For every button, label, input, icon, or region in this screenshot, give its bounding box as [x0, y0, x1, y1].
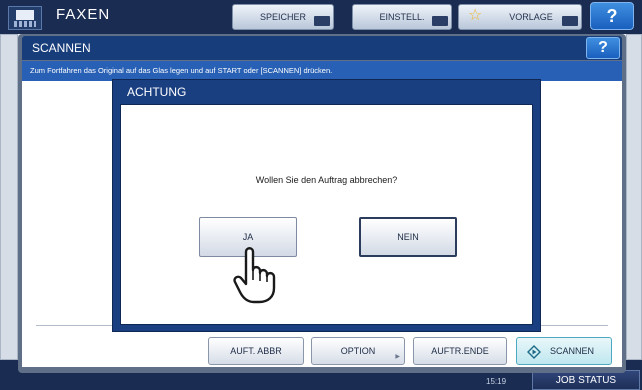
hand-pointer-icon — [233, 247, 276, 304]
background-panel-edge — [0, 34, 18, 360]
job-end-button[interactable]: AUFTR.ENDE — [413, 337, 507, 365]
instruction-text: Zum Fortfahren das Original auf das Glas… — [30, 66, 333, 75]
tab-speicher[interactable]: SPEICHER — [232, 4, 334, 30]
yes-label: JA — [242, 232, 254, 242]
dialog-body: Wollen Sie den Auftrag abbrechen? JA NEI… — [120, 104, 533, 325]
instruction-bar: Zum Fortfahren das Original auf das Glas… — [22, 61, 622, 81]
dialog-title: ACHTUNG — [127, 85, 187, 99]
dialog-message: Wollen Sie den Auftrag abbrechen? — [255, 175, 398, 185]
job-end-label: AUFTR.ENDE — [431, 346, 489, 356]
background-panel-edge — [626, 34, 642, 360]
tab-einstell[interactable]: EINSTELL. — [352, 4, 452, 30]
fax-icon — [8, 6, 42, 30]
dropdown-arrow-icon — [314, 16, 330, 26]
start-icon — [527, 345, 541, 359]
tab-vorlage-label: VORLAGE — [509, 12, 553, 22]
help-button[interactable]: ? — [586, 37, 620, 59]
confirm-dialog: ACHTUNG Wollen Sie den Auftrag abbrechen… — [112, 79, 541, 332]
job-status-button[interactable]: JOB STATUS — [532, 370, 640, 390]
no-button[interactable]: NEIN — [359, 217, 457, 257]
clock: 15:19 — [486, 377, 507, 386]
option-button[interactable]: OPTION ▶ — [311, 337, 405, 365]
option-label: OPTION — [340, 346, 376, 356]
abort-job-label: AUFT. ABBR — [230, 346, 282, 356]
app-title: FAXEN — [56, 6, 111, 23]
tab-einstell-label: EINSTELL. — [379, 12, 425, 22]
dropdown-arrow-icon — [562, 16, 578, 26]
tab-speicher-label: SPEICHER — [259, 12, 306, 22]
abort-job-button[interactable]: AUFT. ABBR — [208, 337, 304, 365]
star-icon: ☆ — [468, 5, 483, 24]
scan-title: SCANNEN — [32, 41, 91, 55]
scan-button[interactable]: SCANNEN — [516, 337, 612, 365]
scan-label: SCANNEN — [549, 346, 594, 356]
help-button[interactable]: ? — [590, 2, 634, 30]
dropdown-arrow-icon — [432, 16, 448, 26]
scan-header: SCANNEN ? — [22, 36, 622, 60]
dropdown-arrow-icon: ▶ — [395, 353, 400, 360]
no-label: NEIN — [397, 232, 419, 242]
